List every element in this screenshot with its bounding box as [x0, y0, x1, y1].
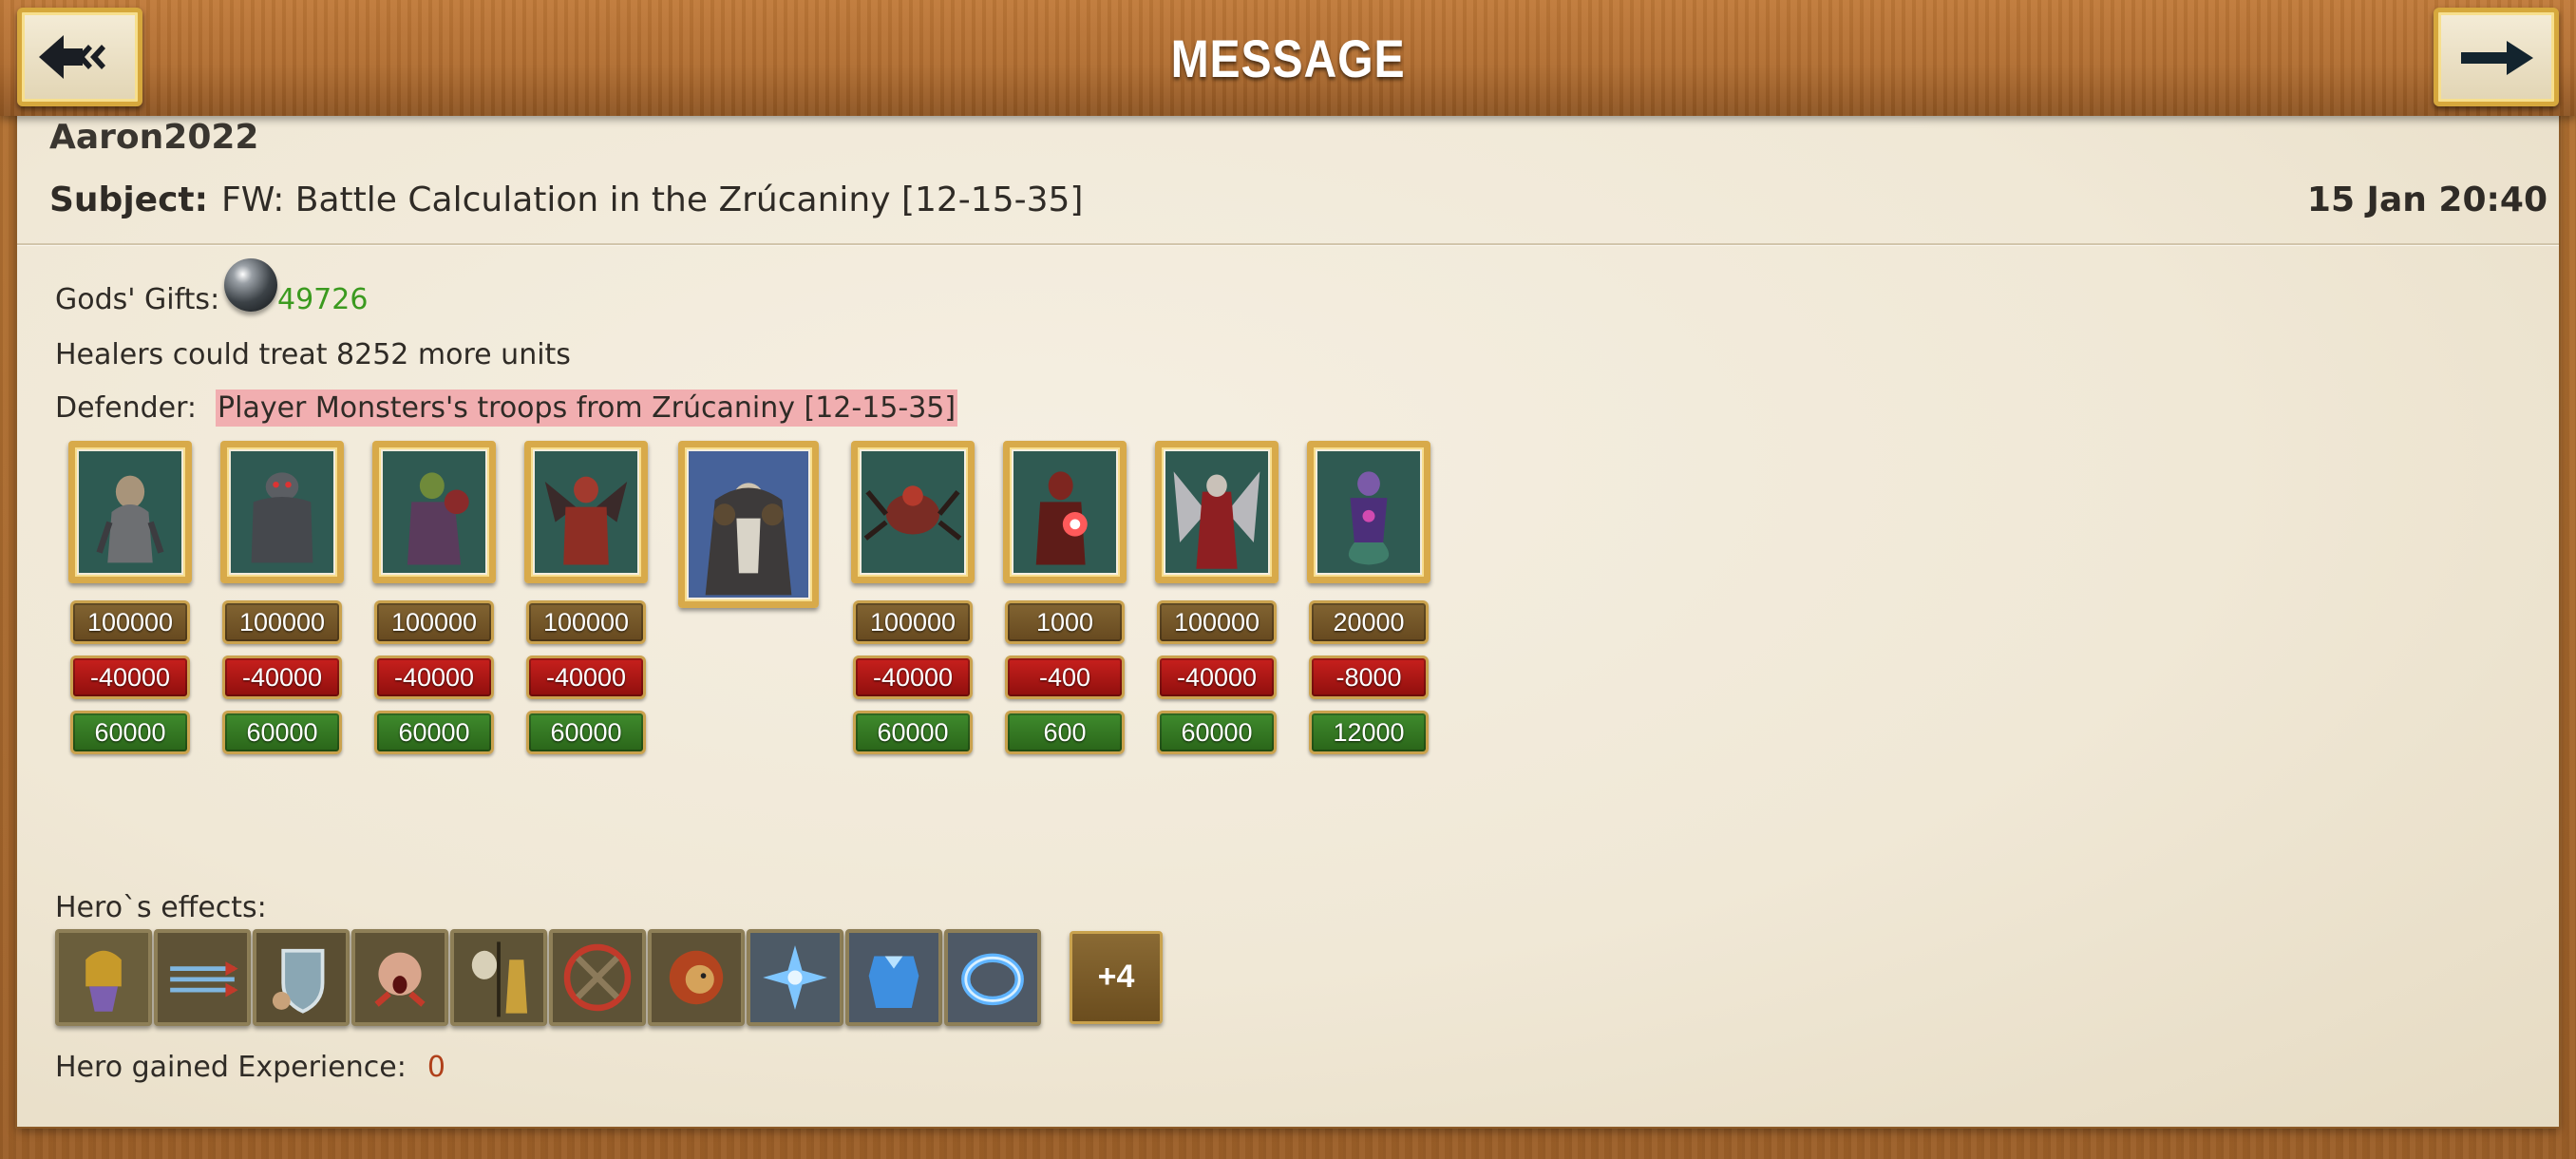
- subject-label: Subject:: [49, 180, 209, 219]
- troop-remaining: 60000: [70, 711, 190, 754]
- arrow-volley-icon[interactable]: [154, 929, 251, 1026]
- healers-text: Healers could treat 8252 more units: [55, 338, 571, 371]
- troop-count: 100000: [1157, 600, 1277, 644]
- fire-demon-icon: [1003, 441, 1127, 583]
- troop-count: 20000: [1309, 600, 1429, 644]
- ice-star-icon[interactable]: [747, 929, 843, 1026]
- troop-remaining: 12000: [1309, 711, 1429, 754]
- troop-count: 100000: [526, 600, 646, 644]
- top-bar: MESSAGE: [0, 0, 2576, 116]
- page-title: MESSAGE: [1170, 28, 1406, 88]
- troop-loss: -40000: [853, 656, 973, 699]
- troop-loss: -40000: [374, 656, 494, 699]
- screaming-face-icon[interactable]: [351, 929, 448, 1026]
- subject-row: Subject: FW: Battle Calculation in the Zr…: [49, 180, 2548, 228]
- experience-value: 0: [426, 1051, 445, 1084]
- crossed-hammers-icon[interactable]: [549, 929, 646, 1026]
- forward-button[interactable]: [2434, 8, 2559, 106]
- troop-remaining: 60000: [222, 711, 342, 754]
- helmet-hand-icon[interactable]: [55, 929, 152, 1026]
- gods-gifts-value: 49726: [277, 283, 369, 316]
- message-date: 15 Jan 20:40: [2306, 180, 2548, 219]
- spider-beast-icon: [851, 441, 975, 583]
- troop-count: 1000: [1005, 600, 1125, 644]
- experience-label: Hero gained Experience:: [55, 1051, 407, 1084]
- lion-head-icon[interactable]: [648, 929, 745, 1026]
- ice-armor-icon[interactable]: [845, 929, 942, 1026]
- sender-name: Aaron2022: [49, 118, 259, 157]
- pearl-orb-icon: [224, 258, 277, 312]
- back-arrow-icon: [39, 35, 105, 79]
- troop-loss: -40000: [526, 656, 646, 699]
- troop-count: 100000: [853, 600, 973, 644]
- winged-wraith-icon: [1155, 441, 1279, 583]
- troop-loss: -8000: [1309, 656, 1429, 699]
- subject-text: FW: Battle Calculation in the Zrúcaniny …: [221, 180, 1084, 219]
- more-effects-button[interactable]: +4: [1070, 931, 1163, 1024]
- troop-remaining: 60000: [374, 711, 494, 754]
- troop-loss: -400: [1005, 656, 1125, 699]
- orc-shaman-icon: [372, 441, 496, 583]
- message-panel: Aaron2022 Subject: FW: Battle Calculation…: [17, 114, 2559, 1127]
- troop-remaining: 60000: [1157, 711, 1277, 754]
- shield-icon[interactable]: [253, 929, 350, 1026]
- gods-gifts-label: Gods' Gifts:: [55, 283, 220, 316]
- red-demon-icon: [524, 441, 648, 583]
- divider: [17, 243, 2559, 246]
- hero-portrait: [678, 441, 819, 608]
- hero-effects-label: Hero`s effects:: [55, 891, 267, 924]
- gods-gifts-row: Gods' Gifts: 49726: [55, 258, 368, 316]
- skull-statue-icon[interactable]: [450, 929, 547, 1026]
- lizard-warrior-icon: [68, 441, 192, 583]
- stone-golem-icon: [220, 441, 344, 583]
- troop-loss: -40000: [222, 656, 342, 699]
- troop-remaining: 60000: [853, 711, 973, 754]
- troop-loss: -40000: [1157, 656, 1277, 699]
- experience-row: Hero gained Experience: 0: [55, 1051, 445, 1084]
- naga-sorceress-icon: [1307, 441, 1430, 583]
- defender-name[interactable]: Player Monsters's troops from Zrúcaniny …: [216, 390, 958, 427]
- defender-row: Defender: Player Monsters's troops from Z…: [55, 390, 958, 427]
- troop-count: 100000: [70, 600, 190, 644]
- troop-count: 100000: [222, 600, 342, 644]
- troop-count: 100000: [374, 600, 494, 644]
- troop-remaining: 600: [1005, 711, 1125, 754]
- back-button[interactable]: [17, 8, 142, 106]
- defender-label: Defender:: [55, 391, 198, 425]
- troop-remaining: 60000: [526, 711, 646, 754]
- ice-ring-icon[interactable]: [944, 929, 1041, 1026]
- troop-loss: -40000: [70, 656, 190, 699]
- forward-arrow-icon: [2461, 41, 2533, 75]
